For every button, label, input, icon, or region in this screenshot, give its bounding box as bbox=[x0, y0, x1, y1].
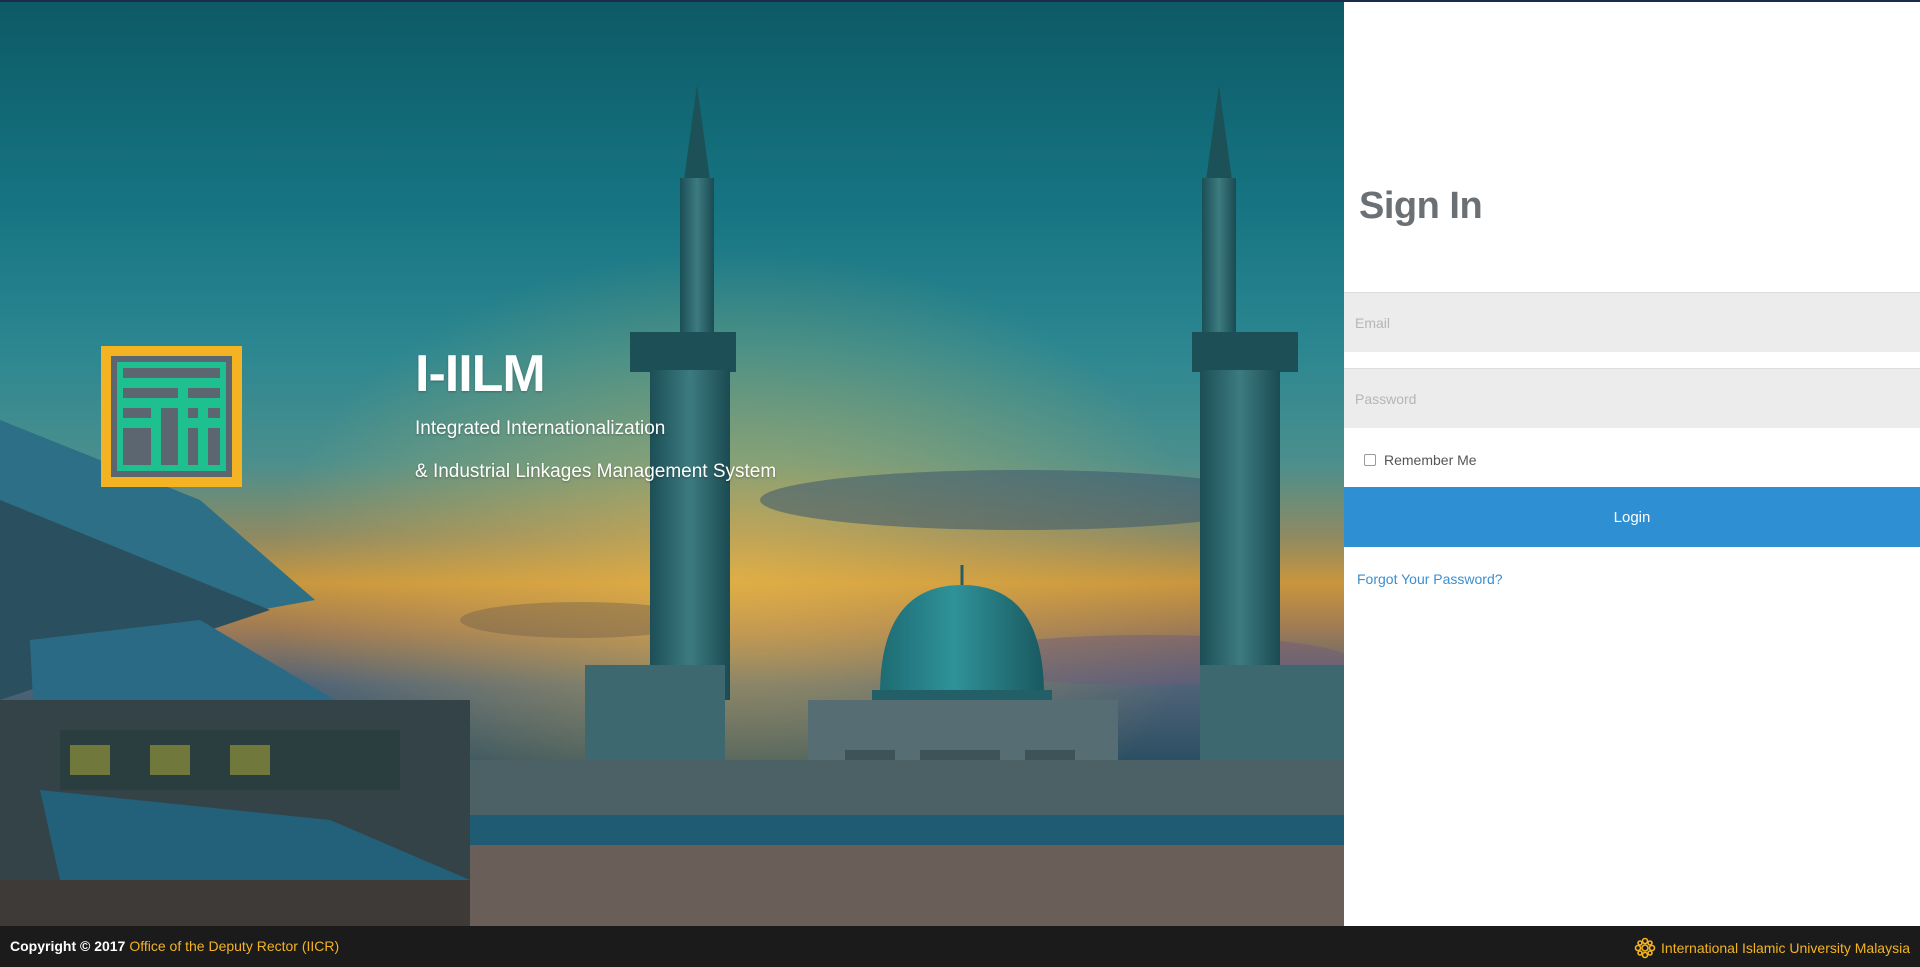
signin-heading: Sign In bbox=[1359, 185, 1483, 227]
kufic-logo-icon bbox=[111, 356, 232, 477]
copyright-text: Copyright © 2017 bbox=[10, 938, 126, 954]
login-button[interactable]: Login bbox=[1344, 487, 1920, 547]
footer: Copyright © 2017 Office of the Deputy Rec… bbox=[0, 926, 1920, 967]
hero-background: I-IILM Integrated Internationalization &… bbox=[0, 0, 1344, 926]
remember-me-checkbox[interactable] bbox=[1364, 454, 1376, 466]
iilm-logo bbox=[101, 346, 242, 487]
remember-me-label: Remember Me bbox=[1384, 452, 1477, 468]
password-field[interactable] bbox=[1344, 368, 1920, 428]
office-link[interactable]: Office of the Deputy Rector (IICR) bbox=[129, 938, 339, 954]
email-field[interactable] bbox=[1344, 292, 1920, 352]
app-subtitle-line1: Integrated Internationalization bbox=[415, 418, 666, 439]
signin-panel: Sign In Remember Me Login Forgot Your Pa… bbox=[1344, 0, 1920, 926]
remember-me-row[interactable]: Remember Me bbox=[1364, 452, 1477, 468]
footer-university: International Islamic University Malaysi… bbox=[1634, 937, 1910, 959]
app-subtitle-line2: & Industrial Linkages Management System bbox=[415, 461, 777, 482]
app-title: I-IILM bbox=[415, 345, 546, 403]
forgot-password-link[interactable]: Forgot Your Password? bbox=[1357, 571, 1503, 587]
footer-copyright: Copyright © 2017 Office of the Deputy Rec… bbox=[10, 938, 339, 954]
university-emblem-icon bbox=[1634, 937, 1656, 959]
top-border bbox=[0, 0, 1920, 2]
university-link[interactable]: International Islamic University Malaysi… bbox=[1661, 940, 1910, 956]
